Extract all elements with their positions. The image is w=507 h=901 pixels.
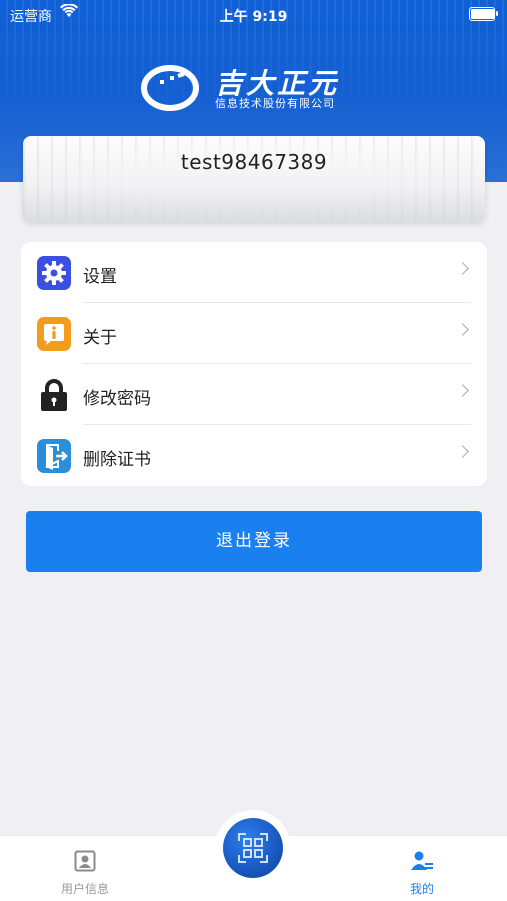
status-time: 上午 9:19 [219,9,288,25]
info-bubble-icon [37,317,71,351]
tab-user-info[interactable]: 用户信息 [25,836,145,901]
chevron-right-icon [456,323,469,336]
gear-icon [37,256,71,290]
menu-item-label: 修改密码 [83,389,151,409]
menu-item-delete-certificate[interactable]: 删除证书 [21,425,487,486]
status-bar: 运营商 上午 9:19 [0,0,507,28]
menu-item-change-password[interactable]: 修改密码 [21,364,487,425]
scan-button-container [215,810,291,886]
brand-logo: 吉大正元 信息技术股份有限公司 [140,60,370,115]
menu-item-settings[interactable]: 设置 [21,242,487,303]
menu-item-label: 关于 [83,328,117,348]
profile-icon [410,850,434,876]
battery-icon [469,7,498,21]
lock-icon [37,378,71,412]
username: test98467389 [180,150,328,174]
tab-label: 用户信息 [60,882,109,896]
brand-subtitle: 信息技术股份有限公司 [215,97,335,110]
battery-level [471,9,494,19]
qr-scan-button[interactable] [223,818,283,878]
chevron-right-icon [456,262,469,275]
menu-item-label: 设置 [83,267,117,287]
settings-menu: 设置 关于 修改密码 删除证书 [21,242,487,486]
door-exit-icon [37,439,71,473]
user-card-icon [74,850,96,876]
menu-item-about[interactable]: 关于 [21,303,487,364]
tab-mine[interactable]: 我的 [362,836,482,901]
menu-item-label: 删除证书 [83,450,151,470]
chevron-right-icon [456,445,469,458]
brand-mark-icon [140,60,210,112]
logout-button[interactable]: 退出登录 [26,511,482,572]
qr-scan-icon [238,833,268,867]
user-card: test98467389 [23,136,485,222]
chevron-right-icon [456,384,469,397]
card-background-pattern [23,136,485,222]
tab-label: 我的 [409,882,434,896]
